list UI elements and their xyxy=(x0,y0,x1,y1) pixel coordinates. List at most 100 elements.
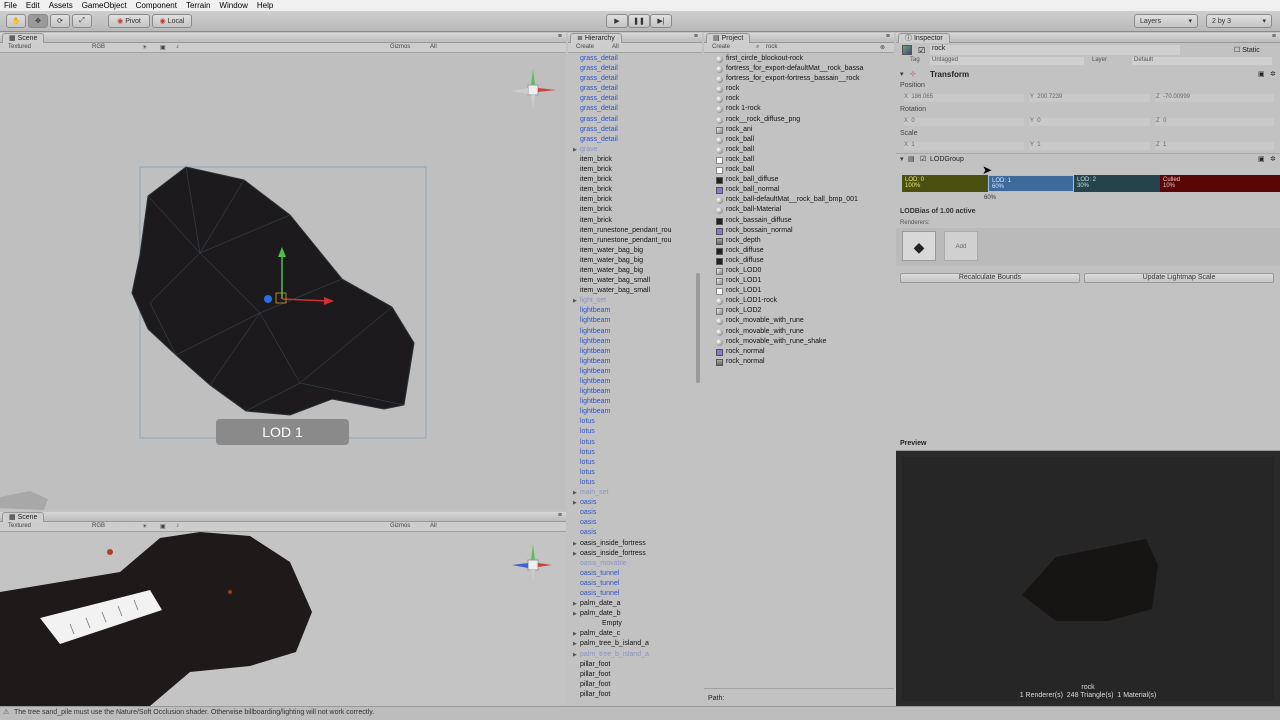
hierarchy-item[interactable]: lotus xyxy=(568,427,702,437)
menu-assets[interactable]: Assets xyxy=(49,0,73,11)
hierarchy-item[interactable]: ▶ main_set xyxy=(568,488,702,498)
hierarchy-item[interactable]: ▶ oasis xyxy=(568,498,702,508)
project-asset[interactable]: rock_ball xyxy=(704,165,894,175)
lighting-toggle-icon[interactable]: ☀ xyxy=(142,44,147,51)
position-x-field[interactable]: X 186.065 xyxy=(904,94,1024,102)
hierarchy-item[interactable]: lightbeam xyxy=(568,306,702,316)
hierarchy-item[interactable]: item_brick xyxy=(568,185,702,195)
lodgroup-foldout-arrow[interactable]: ▾ xyxy=(900,155,904,163)
hierarchy-item[interactable]: item_runestone_pendant_rou xyxy=(568,236,702,246)
hierarchy-item[interactable]: lightbeam xyxy=(568,337,702,347)
project-asset[interactable]: rock_ball xyxy=(704,145,894,155)
menu-terrain[interactable]: Terrain xyxy=(186,0,210,11)
move-tool-button[interactable]: ✥ xyxy=(28,14,48,28)
active-checkbox[interactable]: ☑ xyxy=(918,46,925,55)
hierarchy-item[interactable]: ▶ palm_tree_b_island_a xyxy=(568,639,702,649)
hierarchy-item[interactable]: ▶ palm_date_a xyxy=(568,599,702,609)
project-asset[interactable]: rock_normal xyxy=(704,357,894,367)
static-toggle[interactable]: ☐ Static xyxy=(1234,46,1260,54)
panel-menu-icon[interactable]: ≡ xyxy=(558,512,562,519)
expand-arrow-icon[interactable]: ▶ xyxy=(573,296,577,306)
project-asset[interactable]: rock_LOD1-rock xyxy=(704,296,894,306)
hierarchy-item[interactable]: item_brick xyxy=(568,165,702,175)
render-mode-dropdown[interactable]: RGB xyxy=(92,44,105,50)
hierarchy-item[interactable]: lotus xyxy=(568,417,702,427)
game-overlay-icon[interactable]: ▣ xyxy=(160,44,166,51)
hierarchy-item[interactable]: lightbeam xyxy=(568,367,702,377)
game-overlay-icon[interactable]: ▣ xyxy=(160,523,166,530)
rotation-z-field[interactable]: Z 0 xyxy=(1156,118,1274,126)
step-button[interactable]: ▶| xyxy=(650,14,672,28)
component-settings-icon[interactable]: ✲ xyxy=(1270,155,1276,163)
project-asset[interactable]: rock_depth xyxy=(704,236,894,246)
project-asset[interactable]: rock__rock_diffuse_png xyxy=(704,115,894,125)
layer-dropdown[interactable]: Default xyxy=(1132,57,1272,65)
hierarchy-item[interactable]: grass_detail xyxy=(568,115,702,125)
project-asset[interactable]: rock_LOD1 xyxy=(704,276,894,286)
hierarchy-item[interactable]: oasis_movable xyxy=(568,559,702,569)
audio-toggle-icon[interactable]: ♪ xyxy=(176,44,179,50)
hierarchy-item[interactable]: item_brick xyxy=(568,216,702,226)
hierarchy-item[interactable]: grass_detail xyxy=(568,135,702,145)
hierarchy-item[interactable]: lightbeam xyxy=(568,407,702,417)
lod-segment-1[interactable]: LOD: 1 60% xyxy=(988,175,1074,192)
hierarchy-item[interactable]: ▶ oasis_inside_fortress xyxy=(568,549,702,559)
object-name-field[interactable]: rock xyxy=(930,45,1180,55)
hierarchy-item[interactable]: Empty xyxy=(568,619,702,629)
menu-component[interactable]: Component xyxy=(136,0,177,11)
lod-segment-3[interactable]: Culled 10% xyxy=(1160,175,1280,192)
hierarchy-item[interactable]: oasis_tunnel xyxy=(568,589,702,599)
expand-arrow-icon[interactable]: ▶ xyxy=(573,650,577,660)
expand-arrow-icon[interactable]: ▶ xyxy=(573,629,577,639)
tab-project[interactable]: ▤ Project xyxy=(706,33,751,43)
rotate-tool-button[interactable]: ⟳ xyxy=(50,14,70,28)
preview-viewport[interactable] xyxy=(896,451,1280,706)
hierarchy-item[interactable]: lightbeam xyxy=(568,377,702,387)
project-asset[interactable]: rock_ball_diffuse xyxy=(704,175,894,185)
hierarchy-item[interactable]: item_water_bag_small xyxy=(568,276,702,286)
scene-viewport-bottom[interactable] xyxy=(0,532,566,706)
project-asset[interactable]: rock_movable_with_rune xyxy=(704,316,894,326)
project-asset[interactable]: rock_movable_with_rune_shake xyxy=(704,337,894,347)
project-search-input[interactable]: rock xyxy=(766,44,777,50)
status-bar[interactable]: ⚠ The tree sand_pile must use the Nature… xyxy=(0,706,1280,720)
render-mode-dropdown[interactable]: RGB xyxy=(92,523,105,529)
scale-y-field[interactable]: Y 1 xyxy=(1030,142,1150,150)
transform-foldout-arrow[interactable]: ▾ xyxy=(900,70,904,78)
expand-arrow-icon[interactable]: ▶ xyxy=(573,549,577,559)
project-asset[interactable]: fortress_for_export-defaultMat__rock_bas… xyxy=(704,64,894,74)
hierarchy-list[interactable]: grass_detail grass_detail grass_detail gras… xyxy=(568,54,702,700)
hierarchy-item[interactable]: lightbeam xyxy=(568,316,702,326)
hierarchy-item[interactable]: lightbeam xyxy=(568,397,702,407)
hierarchy-item[interactable]: item_brick xyxy=(568,195,702,205)
lodgroup-enabled-checkbox[interactable]: ☑ xyxy=(920,155,926,163)
add-renderer-button[interactable]: Add xyxy=(944,231,978,261)
scale-z-field[interactable]: Z 1 xyxy=(1156,142,1274,150)
scale-tool-button[interactable]: ⤢ xyxy=(72,14,92,28)
expand-arrow-icon[interactable]: ▶ xyxy=(573,539,577,549)
tab-scene-bottom[interactable]: ▦ Scene xyxy=(2,512,45,522)
hierarchy-item[interactable]: oasis_tunnel xyxy=(568,569,702,579)
menu-gameobject[interactable]: GameObject xyxy=(82,0,127,11)
panel-menu-icon[interactable]: ≡ xyxy=(886,33,890,40)
component-help-icon[interactable]: ▣ xyxy=(1258,70,1265,78)
scale-x-field[interactable]: X 1 xyxy=(904,142,1024,150)
hierarchy-item[interactable]: oasis xyxy=(568,518,702,528)
hierarchy-item[interactable]: pillar_foot xyxy=(568,680,702,690)
project-asset[interactable]: rock_ball xyxy=(704,135,894,145)
rock-mesh[interactable] xyxy=(131,166,415,416)
tab-inspector[interactable]: ⓘ Inspector xyxy=(898,33,950,43)
tab-hierarchy[interactable]: ≣ Hierarchy xyxy=(570,33,622,43)
layout-dropdown[interactable]: 2 by 3 ▾ xyxy=(1206,14,1272,28)
gizmos-dropdown[interactable]: Gizmos xyxy=(390,523,410,529)
play-button[interactable]: ▶ xyxy=(606,14,628,28)
hierarchy-item[interactable]: ▶ oasis_inside_fortress xyxy=(568,539,702,549)
shading-dropdown[interactable]: Textured xyxy=(8,523,31,529)
panel-menu-icon[interactable]: ≡ xyxy=(1272,33,1276,40)
rotation-x-field[interactable]: X 0 xyxy=(904,118,1024,126)
hierarchy-item[interactable]: ▶ grave xyxy=(568,145,702,155)
hierarchy-item[interactable]: oasis xyxy=(568,528,702,538)
hierarchy-item[interactable]: lightbeam xyxy=(568,387,702,397)
project-asset[interactable]: rock_ball_normal xyxy=(704,185,894,195)
pause-button[interactable]: ❚❚ xyxy=(628,14,650,28)
